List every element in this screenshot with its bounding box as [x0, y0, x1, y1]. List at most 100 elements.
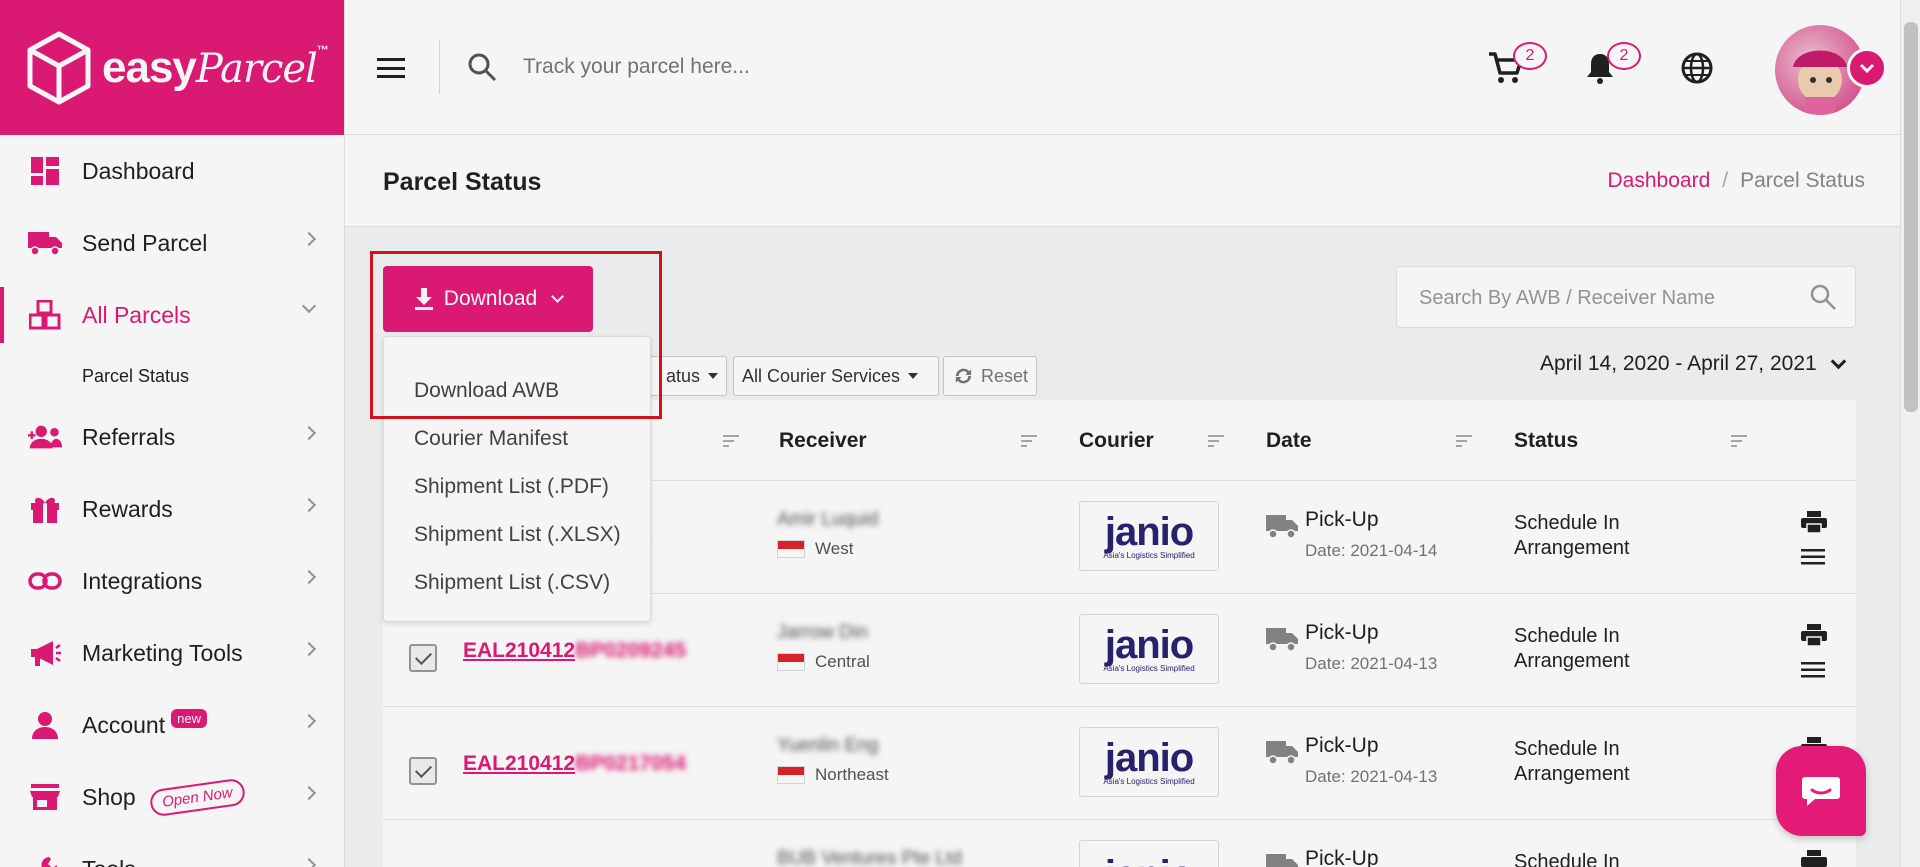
singapore-flag-icon	[777, 653, 805, 671]
menu-item-shipment-list-xlsx[interactable]: Shipment List (.XLSX)	[414, 523, 621, 547]
receiver-area: West	[777, 539, 853, 559]
sidebar-subitem-parcel-status[interactable]: Parcel Status	[0, 351, 344, 401]
chevron-right-icon	[301, 497, 317, 513]
notification-count-badge: 2	[1607, 42, 1641, 70]
date-value: Date: 2021-04-13	[1305, 654, 1438, 673]
sidebar-item-referrals[interactable]: Referrals	[0, 401, 344, 473]
sidebar: easyParcel™ Dashboard Send Parcel All Pa…	[0, 0, 345, 867]
sidebar-item-label: Parcel Status	[82, 365, 190, 386]
sidebar-item-rewards[interactable]: Rewards	[0, 473, 344, 545]
chevron-down-icon	[1859, 63, 1875, 73]
sidebar-item-label: Rewards	[82, 495, 173, 522]
date-value: Date: 2021-04-14	[1305, 541, 1438, 560]
singapore-flag-icon	[777, 766, 805, 784]
caret-down-icon	[708, 373, 718, 379]
user-icon	[28, 710, 62, 740]
sidebar-item-dashboard[interactable]: Dashboard	[0, 135, 344, 207]
menu-item-shipment-list-csv[interactable]: Shipment List (.CSV)	[414, 571, 610, 595]
sort-icon[interactable]	[1456, 435, 1472, 449]
date-range-picker[interactable]: April 14, 2020 - April 27, 2021	[1540, 352, 1846, 376]
sidebar-item-tools[interactable]: Tools	[0, 833, 344, 867]
reset-button[interactable]: Reset	[943, 356, 1037, 396]
truck-icon	[1266, 854, 1298, 867]
page-scrollbar[interactable]	[1900, 0, 1920, 867]
sidebar-item-label: Marketing Tools	[82, 639, 243, 666]
receiver-name: Yuenlin Eng	[777, 735, 879, 756]
new-badge: new	[171, 708, 207, 728]
profile-dropdown-button[interactable]	[1847, 48, 1887, 88]
cart-count-badge: 2	[1513, 42, 1547, 70]
sort-icon[interactable]	[1208, 435, 1224, 449]
chevron-right-icon	[301, 785, 317, 801]
printer-icon[interactable]	[1801, 624, 1827, 646]
globe-icon[interactable]	[1677, 48, 1717, 88]
store-icon	[28, 782, 62, 812]
awb-link[interactable]: EAL210412BP0209245	[463, 639, 686, 663]
courier-logo: janio	[1079, 840, 1219, 867]
sidebar-item-all-parcels[interactable]: All Parcels	[0, 279, 344, 351]
status-text: Schedule In Arrangement	[1514, 512, 1630, 559]
courier-logo: janio Asia's Logistics Simplified	[1079, 501, 1219, 571]
receiver-name: BUB Ventures Pte Ltd	[777, 848, 962, 867]
breadcrumb-dashboard-link[interactable]: Dashboard	[1608, 169, 1711, 192]
gift-icon	[28, 494, 62, 524]
truck-icon	[1266, 628, 1298, 652]
users-plus-icon	[28, 422, 62, 452]
sort-icon[interactable]	[723, 435, 739, 449]
breadcrumb-current: Parcel Status	[1740, 169, 1865, 192]
search-icon	[468, 53, 497, 82]
table-row: EAL210412BP0217054 Yuenlin Eng Northeast…	[383, 707, 1856, 820]
sidebar-item-marketing-tools[interactable]: Marketing Tools	[0, 617, 344, 689]
brand-logo[interactable]: easyParcel™	[0, 0, 344, 135]
sort-icon[interactable]	[1021, 435, 1037, 449]
status-text: Schedule In Arrangement	[1514, 625, 1630, 672]
chat-button[interactable]	[1776, 746, 1866, 836]
awb-link[interactable]: EAL210412BP0217054	[463, 752, 686, 776]
printer-icon[interactable]	[1801, 511, 1827, 533]
chevron-down-icon	[301, 298, 317, 314]
column-header-date: Date	[1266, 429, 1312, 452]
column-header-receiver: Receiver	[779, 429, 867, 452]
menu-icon[interactable]	[1801, 549, 1825, 565]
sidebar-nav: Dashboard Send Parcel All Parcels Parcel…	[0, 135, 344, 867]
sidebar-item-shop[interactable]: Shop Open Now	[0, 761, 344, 833]
sidebar-item-send-parcel[interactable]: Send Parcel	[0, 207, 344, 279]
menu-toggle-icon[interactable]	[377, 58, 405, 78]
scrollbar-thumb[interactable]	[1904, 22, 1918, 412]
printer-icon[interactable]	[1801, 850, 1827, 867]
open-now-badge: Open Now	[148, 777, 247, 817]
caret-down-icon	[908, 373, 919, 379]
receiver-area: Northeast	[777, 765, 889, 785]
column-header-status: Status	[1514, 429, 1579, 452]
awb-search-input[interactable]	[1419, 281, 1799, 315]
sidebar-item-label: Referrals	[82, 423, 176, 450]
chat-bubble-icon	[1802, 777, 1840, 806]
topbar: 2 2	[345, 0, 1920, 135]
chevron-right-icon	[301, 857, 317, 867]
link-icon	[28, 566, 62, 596]
receiver-name: Amir Luquid	[777, 509, 879, 530]
chevron-right-icon	[301, 569, 317, 585]
divider	[439, 40, 440, 94]
status-text: Schedule In Arrangement	[1514, 738, 1630, 785]
chevron-right-icon	[301, 231, 317, 247]
search-icon[interactable]	[1809, 283, 1837, 311]
brand-name: easyParcel™	[102, 42, 329, 92]
track-parcel-input[interactable]	[523, 44, 1083, 90]
sidebar-item-account[interactable]: Account new	[0, 689, 344, 761]
row-checkbox[interactable]	[409, 757, 437, 785]
table-row: BUB Ventures Pte Ltd janio Pick-Up Sched…	[383, 820, 1856, 867]
date-type: Pick-Up	[1305, 847, 1379, 867]
date-value: Date: 2021-04-13	[1305, 767, 1438, 786]
courier-filter-dropdown[interactable]: All Courier Services	[733, 356, 939, 396]
sort-icon[interactable]	[1731, 435, 1747, 449]
sidebar-item-label: Shop	[82, 783, 136, 810]
menu-item-courier-manifest[interactable]: Courier Manifest	[414, 427, 568, 451]
page-title: Parcel Status	[383, 168, 542, 196]
menu-icon[interactable]	[1801, 662, 1825, 678]
sidebar-item-integrations[interactable]: Integrations	[0, 545, 344, 617]
row-checkbox[interactable]	[409, 644, 437, 672]
menu-item-shipment-list-pdf[interactable]: Shipment List (.PDF)	[414, 475, 609, 499]
page-header: Parcel Status Dashboard / Parcel Status	[345, 135, 1920, 227]
truck-icon	[1266, 515, 1298, 539]
